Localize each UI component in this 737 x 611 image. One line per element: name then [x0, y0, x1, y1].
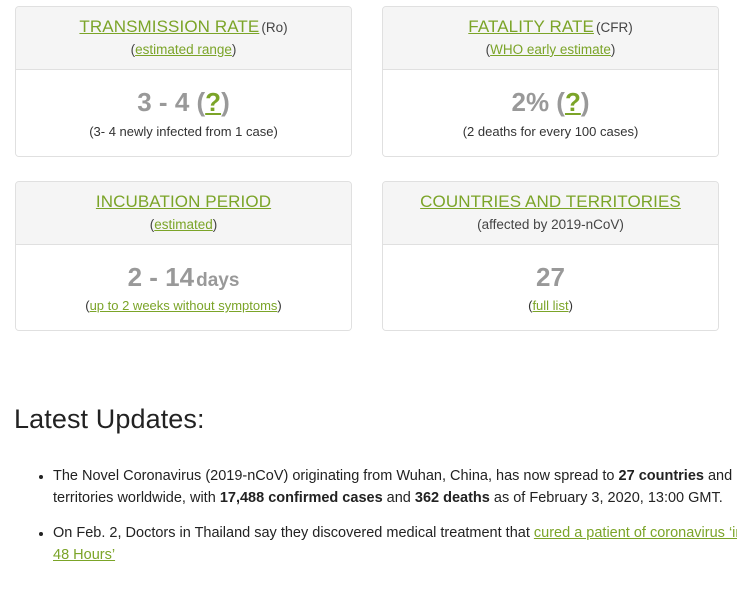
stat-card-countries-and-territories: COUNTRIES AND TERRITORIES (affected by 20…: [382, 180, 719, 332]
card-body: 2% (?) (2 deaths for every 100 cases): [383, 70, 718, 156]
card-value-number: 2 - 14: [127, 261, 195, 292]
card-value-note-link[interactable]: full list: [532, 298, 568, 313]
card-title-link[interactable]: TRANSMISSION RATE: [79, 17, 259, 36]
card-value-note-suffix: ): [568, 298, 573, 314]
help-paren-close: ): [580, 87, 590, 118]
update-emphasis: 17,488 confirmed cases: [219, 489, 383, 506]
card-subtitle-link[interactable]: estimated: [154, 217, 213, 232]
update-text: and: [382, 489, 415, 506]
card-value-unit: days: [196, 269, 240, 291]
page-title: Latest Updates:: [14, 404, 205, 434]
card-subtitle-suffix: ): [231, 41, 237, 57]
card-subtitle: (affected by 2019-nCoV): [391, 216, 710, 234]
card-body: 27 (full list): [383, 244, 718, 331]
card-value-note: (full list): [391, 298, 710, 313]
card-value-note-prefix: (2 deaths for every 100 cases): [462, 123, 639, 139]
card-value: 3 - 4 (?): [24, 86, 343, 119]
update-emphasis: 27 countries: [618, 468, 704, 484]
help-paren-open: (: [549, 87, 565, 118]
card-subtitle-suffix: ): [610, 41, 616, 57]
card-header: COUNTRIES AND TERRITORIES (affected by 20…: [383, 181, 718, 245]
list-item: On Feb. 2, Doctors in Thailand say they …: [53, 523, 737, 566]
update-text: The Novel Coronavirus (2019-nCoV) origin…: [53, 468, 619, 484]
card-title-suffix: (Ro): [261, 20, 288, 35]
card-header: TRANSMISSION RATE (Ro) (estimated range): [16, 7, 351, 71]
card-title-link[interactable]: COUNTRIES AND TERRITORIES: [420, 192, 681, 211]
card-value-note-suffix: ): [277, 298, 282, 314]
help-paren-close: ): [221, 87, 230, 118]
card-title-link[interactable]: FATALITY RATE: [468, 17, 594, 36]
update-emphasis: 362 deaths: [414, 489, 490, 506]
card-value-number: 27: [536, 261, 565, 292]
card-header: INCUBATION PERIOD (estimated): [16, 181, 351, 245]
card-title-suffix: (CFR): [595, 20, 633, 35]
card-title-link[interactable]: INCUBATION PERIOD: [96, 192, 271, 211]
card-subtitle: (estimated): [24, 216, 343, 234]
card-subtitle: (estimated range): [24, 41, 343, 59]
card-title-line: INCUBATION PERIOD: [24, 191, 343, 214]
card-value-note-link[interactable]: up to 2 weeks without symptoms: [90, 298, 278, 313]
card-body: 3 - 4 (?) (3- 4 newly infected from 1 cas…: [16, 70, 351, 156]
card-value-note: (2 deaths for every 100 cases): [391, 124, 710, 139]
question-mark-icon[interactable]: ?: [205, 87, 221, 117]
card-value-note-prefix: (3- 4 newly infected from 1 case): [89, 123, 278, 139]
card-value: 2 - 14 days: [24, 261, 343, 294]
card-title-line: COUNTRIES AND TERRITORIES: [391, 191, 710, 214]
update-text: as of February 3, 2020, 13:00 GMT.: [489, 489, 723, 506]
card-value-note: (3- 4 newly infected from 1 case): [24, 124, 343, 139]
page-root: TRANSMISSION RATE (Ro) (estimated range) 3 …: [0, 0, 737, 611]
stat-card-incubation-period: INCUBATION PERIOD (estimated) 2 - 14 days (u…: [15, 180, 352, 332]
card-value-number: 2%: [511, 87, 550, 118]
card-subtitle-link[interactable]: WHO early estimate: [490, 42, 611, 57]
card-header: FATALITY RATE (CFR) (WHO early estimate): [383, 7, 718, 71]
card-value-number: 3 - 4: [137, 87, 190, 118]
card-title-line: FATALITY RATE (CFR): [391, 16, 710, 39]
question-mark-icon[interactable]: ?: [565, 87, 581, 117]
card-subtitle-prefix: (affected by 2019-nCoV): [477, 216, 624, 232]
stat-card-transmission-rate: TRANSMISSION RATE (Ro) (estimated range) 3 …: [15, 6, 352, 157]
list-item: The Novel Coronavirus (2019-nCoV) origin…: [53, 466, 737, 509]
card-subtitle-suffix: ): [212, 216, 218, 232]
card-value-note: (up to 2 weeks without symptoms): [24, 298, 343, 313]
update-text: On Feb. 2, Doctors in Thailand say they …: [53, 525, 534, 541]
stat-card-grid: TRANSMISSION RATE (Ro) (estimated range) 3 …: [15, 6, 719, 332]
card-subtitle: (WHO early estimate): [391, 41, 710, 59]
card-value: 2% (?): [391, 86, 710, 119]
card-subtitle-link[interactable]: estimated range: [135, 42, 232, 57]
card-value: 27: [391, 261, 710, 294]
stat-card-fatality-rate: FATALITY RATE (CFR) (WHO early estimate) 2%…: [382, 6, 719, 157]
card-title-line: TRANSMISSION RATE (Ro): [24, 16, 343, 39]
help-paren-open: (: [189, 87, 206, 118]
card-body: 2 - 14 days (up to 2 weeks without symptom…: [16, 244, 351, 331]
latest-updates-list: The Novel Coronavirus (2019-nCoV) origin…: [14, 466, 737, 580]
